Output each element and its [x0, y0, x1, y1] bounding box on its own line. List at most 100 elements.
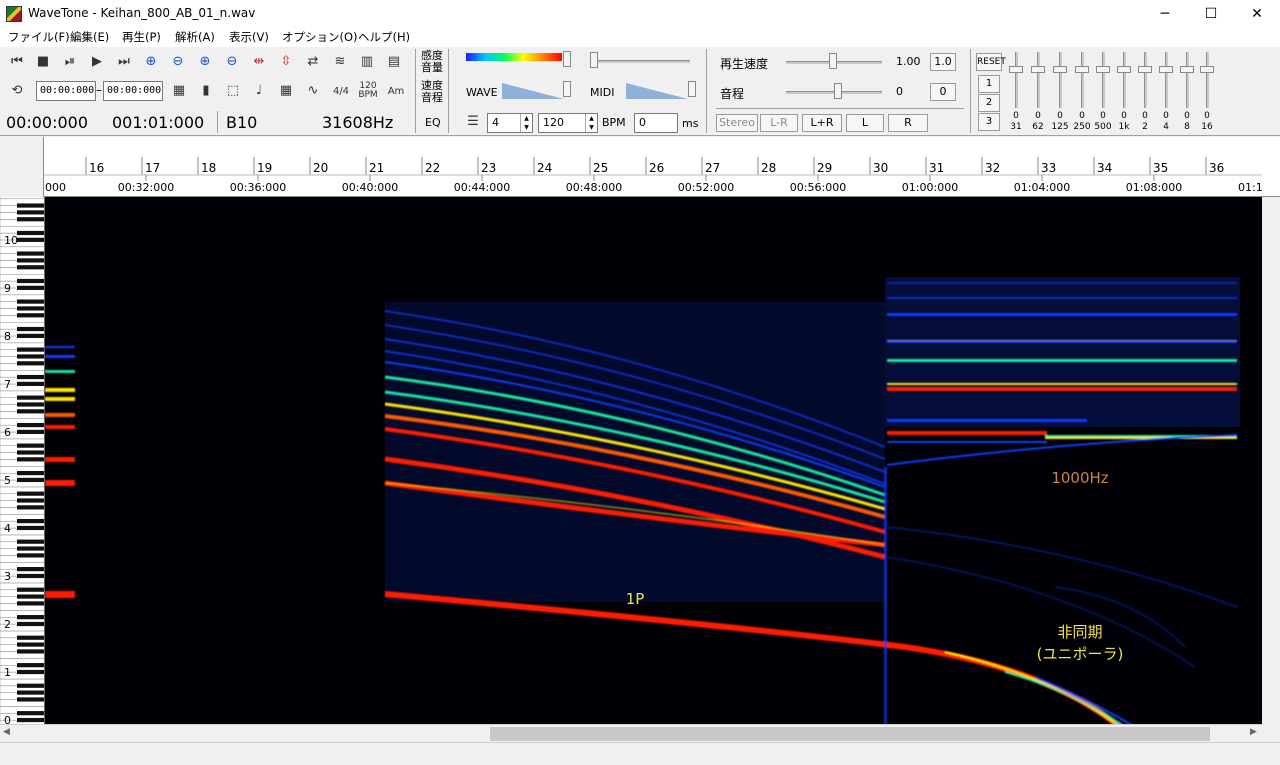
- black-key[interactable]: [17, 601, 45, 606]
- eq-band-track[interactable]: [1059, 52, 1062, 108]
- eq-band-track[interactable]: [1144, 52, 1147, 108]
- expand-horizontal-icon[interactable]: ⇹: [250, 53, 268, 71]
- black-key[interactable]: [17, 361, 45, 366]
- eq-band-thumb[interactable]: [1159, 66, 1173, 73]
- bpm-spinner[interactable]: 120 ▲ ▼: [538, 113, 598, 133]
- scroll-left-icon[interactable]: ◀: [3, 727, 10, 737]
- black-key[interactable]: [17, 697, 45, 702]
- black-key[interactable]: [17, 278, 45, 284]
- black-key[interactable]: [17, 642, 45, 647]
- horizontal-scrollbar[interactable]: ◀ ▶: [0, 724, 1262, 742]
- black-key[interactable]: [17, 429, 45, 435]
- black-key[interactable]: [17, 422, 45, 428]
- spectrogram-view[interactable]: 1P 1000Hz 非同期 (ユニポーラ): [45, 197, 1262, 727]
- speed-slider-thumb[interactable]: [829, 53, 837, 69]
- eq-band-thumb[interactable]: [1180, 66, 1194, 73]
- sensitivity-slider-thumb[interactable]: [590, 52, 598, 68]
- black-key[interactable]: [17, 525, 45, 531]
- eq-band-thumb[interactable]: [1053, 66, 1067, 73]
- channel-lplusr-button[interactable]: L+R: [802, 114, 842, 132]
- beats-spinner-arrows[interactable]: ▲ ▼: [520, 114, 532, 132]
- curve-icon[interactable]: ∿: [304, 82, 322, 100]
- range-start-field[interactable]: 00:00:000: [36, 81, 96, 101]
- eq-band-16k[interactable]: 0 16: [1199, 52, 1215, 134]
- eq-band-thumb[interactable]: [1031, 66, 1045, 73]
- eq-band-track[interactable]: [1102, 52, 1105, 108]
- maximize-button[interactable]: ☐: [1188, 0, 1234, 28]
- black-key[interactable]: [17, 333, 45, 338]
- black-key[interactable]: [17, 683, 45, 688]
- midi-volume-ramp[interactable]: [626, 83, 688, 99]
- black-key[interactable]: [17, 546, 45, 551]
- black-key[interactable]: [17, 237, 45, 242]
- fast-forward-icon[interactable]: ⏭: [115, 53, 133, 71]
- horizontal-scrollbar-thumb[interactable]: [490, 727, 1210, 741]
- black-key[interactable]: [17, 306, 45, 311]
- black-key[interactable]: [17, 690, 45, 695]
- black-key[interactable]: [17, 203, 45, 208]
- black-key[interactable]: [17, 539, 45, 544]
- black-key[interactable]: [17, 374, 45, 380]
- black-key[interactable]: [17, 285, 45, 290]
- black-key[interactable]: [17, 663, 45, 668]
- black-key[interactable]: [17, 553, 45, 558]
- grid-icon[interactable]: ▦: [277, 82, 295, 100]
- eq-reset-button[interactable]: RESET: [976, 53, 1006, 71]
- minimize-button[interactable]: ─: [1142, 0, 1188, 28]
- black-key[interactable]: [17, 621, 45, 627]
- black-key[interactable]: [17, 457, 45, 462]
- menu-analyze[interactable]: 解析(A): [175, 29, 215, 45]
- black-key[interactable]: [17, 573, 45, 579]
- eq-band-250[interactable]: 0 250: [1073, 52, 1091, 134]
- black-key[interactable]: [17, 217, 45, 222]
- pitch-slider-thumb[interactable]: [834, 83, 842, 99]
- black-key[interactable]: [17, 265, 45, 270]
- black-key[interactable]: [17, 395, 45, 400]
- eq-band-2k[interactable]: 02: [1137, 52, 1153, 134]
- eq-band-track[interactable]: [1206, 52, 1209, 108]
- vertical-scrollbar[interactable]: [1262, 197, 1280, 727]
- black-key[interactable]: [17, 567, 45, 572]
- channel-stereo-button[interactable]: Stereo: [716, 114, 758, 132]
- black-key[interactable]: [17, 477, 45, 483]
- marker-icon[interactable]: ▮: [197, 82, 215, 100]
- stop-icon[interactable]: ■: [34, 53, 52, 71]
- black-key[interactable]: [17, 402, 45, 407]
- zoom-out-vertical-icon[interactable]: ⊖: [223, 53, 241, 71]
- menu-play[interactable]: 再生(P): [122, 29, 161, 45]
- rewind-icon[interactable]: ⏮: [8, 53, 26, 71]
- midi-volume-thumb[interactable]: [688, 81, 696, 97]
- eq-band-track[interactable]: [1081, 52, 1084, 108]
- channel-r-button[interactable]: R: [888, 114, 928, 132]
- layout-icon[interactable]: ▦: [170, 82, 188, 100]
- wave-volume-thumb[interactable]: [563, 81, 571, 97]
- select-rect-icon[interactable]: ⬚: [224, 82, 242, 100]
- eq-band-1k[interactable]: 0 1k: [1116, 52, 1132, 134]
- scroll-right-icon[interactable]: ▶: [1250, 727, 1257, 737]
- eq-band-track[interactable]: [1123, 52, 1126, 108]
- black-key[interactable]: [17, 615, 45, 620]
- waveform-icon[interactable]: ≋: [331, 53, 349, 71]
- eq-band-track[interactable]: [1037, 52, 1040, 108]
- black-key[interactable]: [17, 251, 45, 256]
- eq-band-8k[interactable]: 08: [1179, 52, 1195, 134]
- eq-band-125[interactable]: 0 125: [1051, 52, 1069, 134]
- pause-icon[interactable]: ⏯: [61, 53, 79, 71]
- menu-options[interactable]: オプション(O): [282, 29, 358, 45]
- channel-lminusr-button[interactable]: L-R: [760, 114, 798, 132]
- eq-band-thumb[interactable]: [1138, 66, 1152, 73]
- eq-band-4k[interactable]: 04: [1158, 52, 1174, 134]
- wave-volume-ramp[interactable]: [502, 83, 564, 99]
- zoom-in-horizontal-icon[interactable]: ⊕: [142, 53, 160, 71]
- eq-band-31[interactable]: 0 31: [1008, 52, 1024, 134]
- menu-file[interactable]: ファイル(F): [8, 29, 70, 45]
- black-key[interactable]: [17, 326, 45, 332]
- zoom-out-horizontal-icon[interactable]: ⊖: [169, 53, 187, 71]
- black-key[interactable]: [17, 587, 45, 592]
- black-key[interactable]: [17, 299, 45, 304]
- bpm-spinner-arrows[interactable]: ▲ ▼: [585, 114, 597, 132]
- eq-band-thumb[interactable]: [1096, 66, 1110, 73]
- channel-l-button[interactable]: L: [846, 114, 884, 132]
- eq-preset-3-button[interactable]: 3: [978, 113, 1000, 131]
- eq-band-thumb[interactable]: [1009, 66, 1023, 73]
